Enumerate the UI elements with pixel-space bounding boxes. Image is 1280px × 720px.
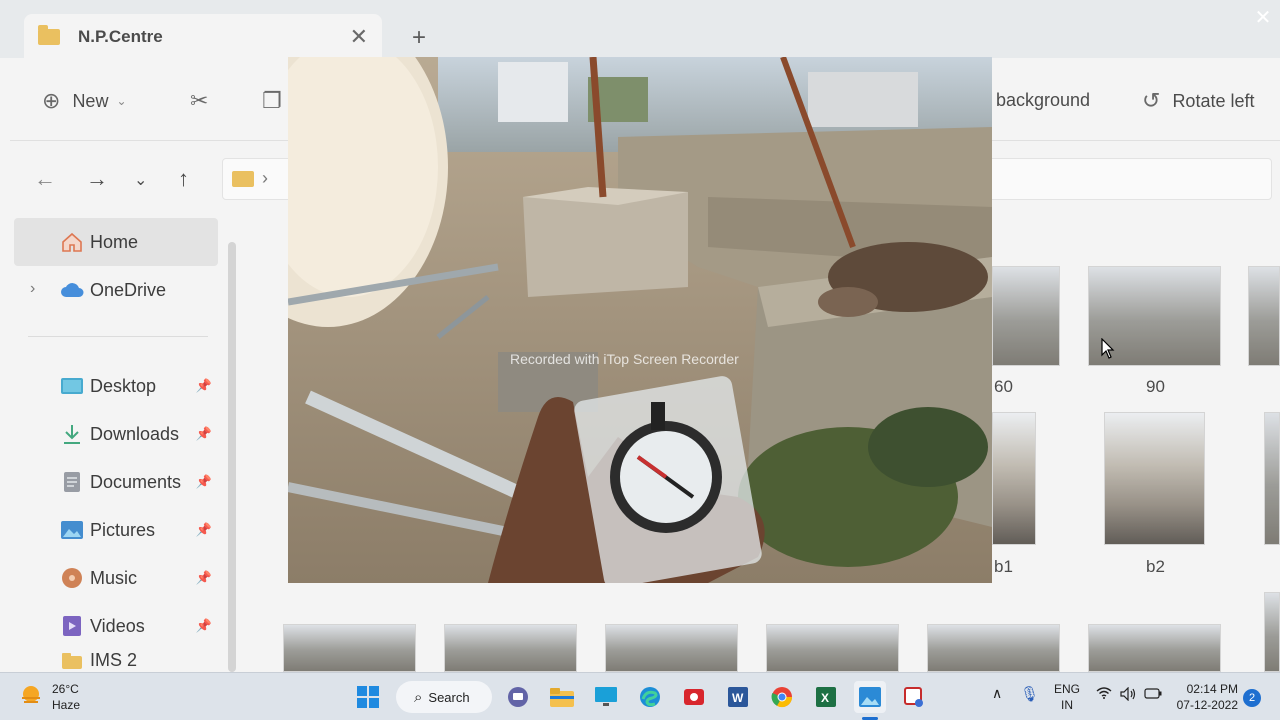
photos-app[interactable] — [854, 681, 886, 713]
weather-desc: Haze — [52, 698, 81, 712]
word-icon: W — [728, 687, 748, 707]
close-icon[interactable]: ✕ — [1246, 2, 1280, 32]
show-hidden-icons-chevron-icon[interactable]: ∧ — [992, 685, 1002, 702]
search-label: Search — [428, 689, 470, 705]
language-indicator[interactable]: ENG IN — [1054, 681, 1080, 713]
lang-bottom: IN — [1061, 698, 1073, 712]
volume-icon[interactable] — [1120, 686, 1136, 704]
microphone-icon[interactable]: 🎙 — [1020, 685, 1039, 703]
photo-preview[interactable] — [288, 57, 992, 583]
battery-icon[interactable] — [1144, 688, 1162, 702]
monitor-icon — [595, 687, 617, 706]
windows-logo-icon — [357, 686, 379, 708]
sun-haze-icon — [18, 682, 44, 713]
screen-recorder-app[interactable] — [678, 681, 710, 713]
excel-app[interactable]: X — [810, 681, 842, 713]
rooftop-compass-photo — [288, 57, 992, 583]
clock[interactable]: 02:14 PM 07-12-2022 — [1172, 681, 1238, 713]
chrome-icon — [771, 687, 793, 708]
photos-icon — [859, 687, 881, 707]
chrome-browser-app[interactable] — [766, 681, 798, 713]
excel-icon: X — [816, 687, 836, 707]
folder-icon — [550, 688, 574, 707]
date: 07-12-2022 — [1176, 698, 1238, 712]
taskbar: 26°C Haze ⌕ Search W X ∧ 🎙 ENG IN 02:14 … — [0, 672, 1280, 720]
notification-badge[interactable]: 2 — [1243, 689, 1261, 707]
taskbar-search-button[interactable]: ⌕ Search — [396, 681, 492, 713]
start-button[interactable] — [352, 681, 384, 713]
weather-temp: 26°C — [52, 682, 79, 696]
time: 02:14 PM — [1186, 682, 1238, 696]
edge-icon — [640, 687, 660, 707]
recorder-icon — [684, 689, 704, 705]
recorder-watermark: Recorded with iTop Screen Recorder — [510, 351, 739, 367]
snipping-icon — [904, 687, 923, 707]
weather-widget[interactable]: 26°C Haze — [18, 681, 80, 713]
edge-browser-app[interactable] — [634, 681, 666, 713]
teams-chat-app[interactable] — [502, 681, 534, 713]
svg-text:X: X — [821, 691, 829, 705]
snipping-tool-app[interactable] — [898, 681, 930, 713]
mouse-cursor-icon — [1101, 337, 1115, 365]
wifi-icon[interactable] — [1096, 687, 1112, 702]
file-explorer-app[interactable] — [546, 681, 578, 713]
chat-icon — [508, 687, 528, 707]
search-icon: ⌕ — [414, 688, 423, 706]
word-app[interactable]: W — [722, 681, 754, 713]
svg-text:W: W — [732, 691, 744, 705]
lang-top: ENG — [1054, 682, 1081, 696]
desktop-app[interactable] — [590, 681, 622, 713]
